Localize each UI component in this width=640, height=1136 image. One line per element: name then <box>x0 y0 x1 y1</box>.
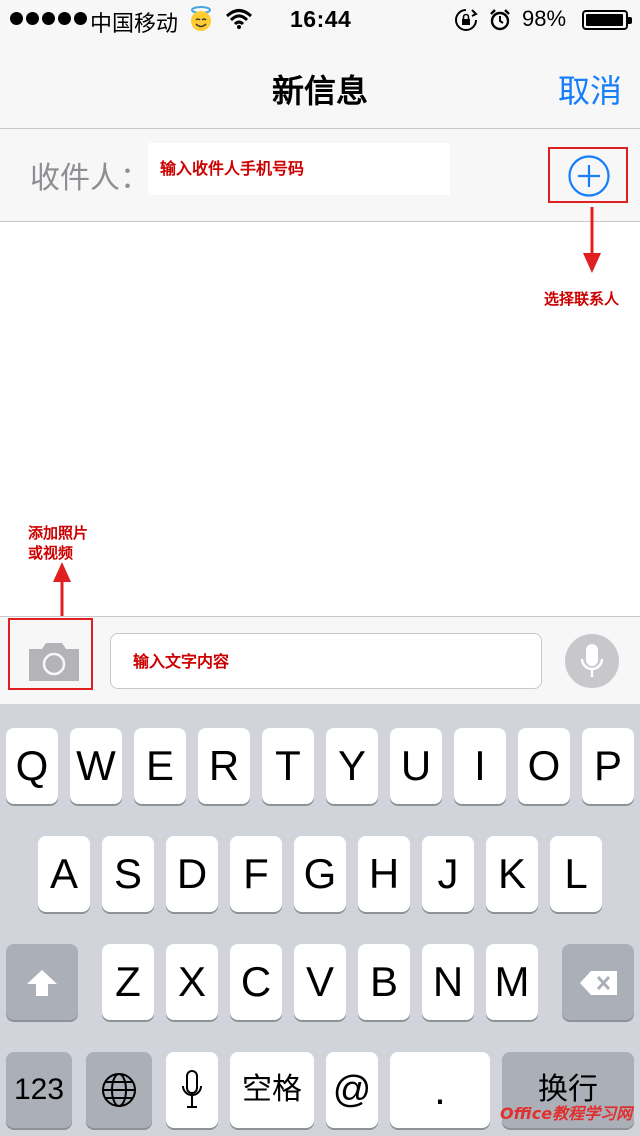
key-j[interactable]: J <box>422 836 474 912</box>
navigation-bar: 新信息 取消 <box>0 40 640 129</box>
delete-key[interactable] <box>562 944 634 1020</box>
message-input-hint: 输入文字内容 <box>133 652 230 671</box>
key-b[interactable]: B <box>358 944 410 1020</box>
add-contact-button[interactable] <box>548 147 628 203</box>
key-d[interactable]: D <box>166 836 218 912</box>
key-m[interactable]: M <box>486 944 538 1020</box>
key-s[interactable]: S <box>102 836 154 912</box>
message-input[interactable]: 输入文字内容 <box>110 633 542 689</box>
annotation-add-photo-line1: 添加照片 <box>28 524 89 542</box>
compose-toolbar: 输入文字内容 <box>0 616 640 705</box>
key-l[interactable]: L <box>550 836 602 912</box>
annotation-select-contact: 选择联系人 <box>544 290 620 308</box>
page-title: 新信息 <box>271 72 368 110</box>
key-o[interactable]: O <box>518 728 570 804</box>
key-h[interactable]: H <box>358 836 410 912</box>
cancel-button[interactable]: 取消 <box>558 66 622 112</box>
annotation-arrow-up <box>53 562 71 618</box>
key-at[interactable]: @ <box>326 1052 378 1128</box>
watermark: Office教程学习网 <box>500 1104 633 1123</box>
signal-strength-icon <box>10 9 87 29</box>
backspace-icon <box>580 971 617 995</box>
key-p[interactable]: P <box>582 728 634 804</box>
clock: 16:44 <box>290 6 352 32</box>
message-area <box>0 222 640 616</box>
recipient-label: 收件人： <box>30 161 150 196</box>
key-t[interactable]: T <box>262 728 314 804</box>
globe-icon <box>102 1073 136 1107</box>
key-f[interactable]: F <box>230 836 282 912</box>
carrier-name: 中国移动 <box>90 12 179 37</box>
dictation-key[interactable] <box>166 1052 218 1128</box>
key-x[interactable]: X <box>166 944 218 1020</box>
battery-percentage: 98% <box>522 6 567 31</box>
key-n[interactable]: N <box>422 944 474 1020</box>
status-bar: 中国移动 16:44 98% <box>0 0 640 40</box>
space-key[interactable]: 空格 <box>230 1052 314 1128</box>
annotation-arrow-down <box>583 207 601 273</box>
key-u[interactable]: U <box>390 728 442 804</box>
key-a[interactable]: A <box>38 836 90 912</box>
globe-key[interactable] <box>86 1052 152 1128</box>
camera-icon <box>29 643 79 681</box>
key-q[interactable]: Q <box>6 728 58 804</box>
key-w[interactable]: W <box>70 728 122 804</box>
key-period[interactable]: . <box>390 1052 490 1128</box>
recipient-input[interactable]: 输入收件人手机号码 <box>148 143 450 195</box>
alarm-icon <box>490 9 510 31</box>
camera-button[interactable] <box>8 618 93 690</box>
key-c[interactable]: C <box>230 944 282 1020</box>
shift-key[interactable] <box>6 944 78 1020</box>
shift-arrow-icon <box>27 970 57 996</box>
battery-icon <box>582 10 632 30</box>
key-r[interactable]: R <box>198 728 250 804</box>
microphone-icon <box>580 644 604 677</box>
key-g[interactable]: G <box>294 836 346 912</box>
dictation-button[interactable] <box>565 634 619 688</box>
key-z[interactable]: Z <box>102 944 154 1020</box>
recipient-row: 收件人： 输入收件人手机号码 <box>0 129 640 222</box>
numbers-key[interactable]: 123 <box>6 1052 72 1128</box>
rotation-lock-icon <box>455 9 478 31</box>
key-v[interactable]: V <box>294 944 346 1020</box>
key-k[interactable]: K <box>486 836 538 912</box>
keyboard: Q W E R T Y U I O P A S D F G H J K L Z … <box>0 704 640 1136</box>
key-e[interactable]: E <box>134 728 186 804</box>
key-y[interactable]: Y <box>326 728 378 804</box>
key-i[interactable]: I <box>454 728 506 804</box>
microphone-key-icon <box>182 1070 202 1108</box>
plus-circle-icon <box>568 155 610 197</box>
angel-emoji-icon <box>191 6 211 31</box>
wifi-icon <box>226 9 252 29</box>
